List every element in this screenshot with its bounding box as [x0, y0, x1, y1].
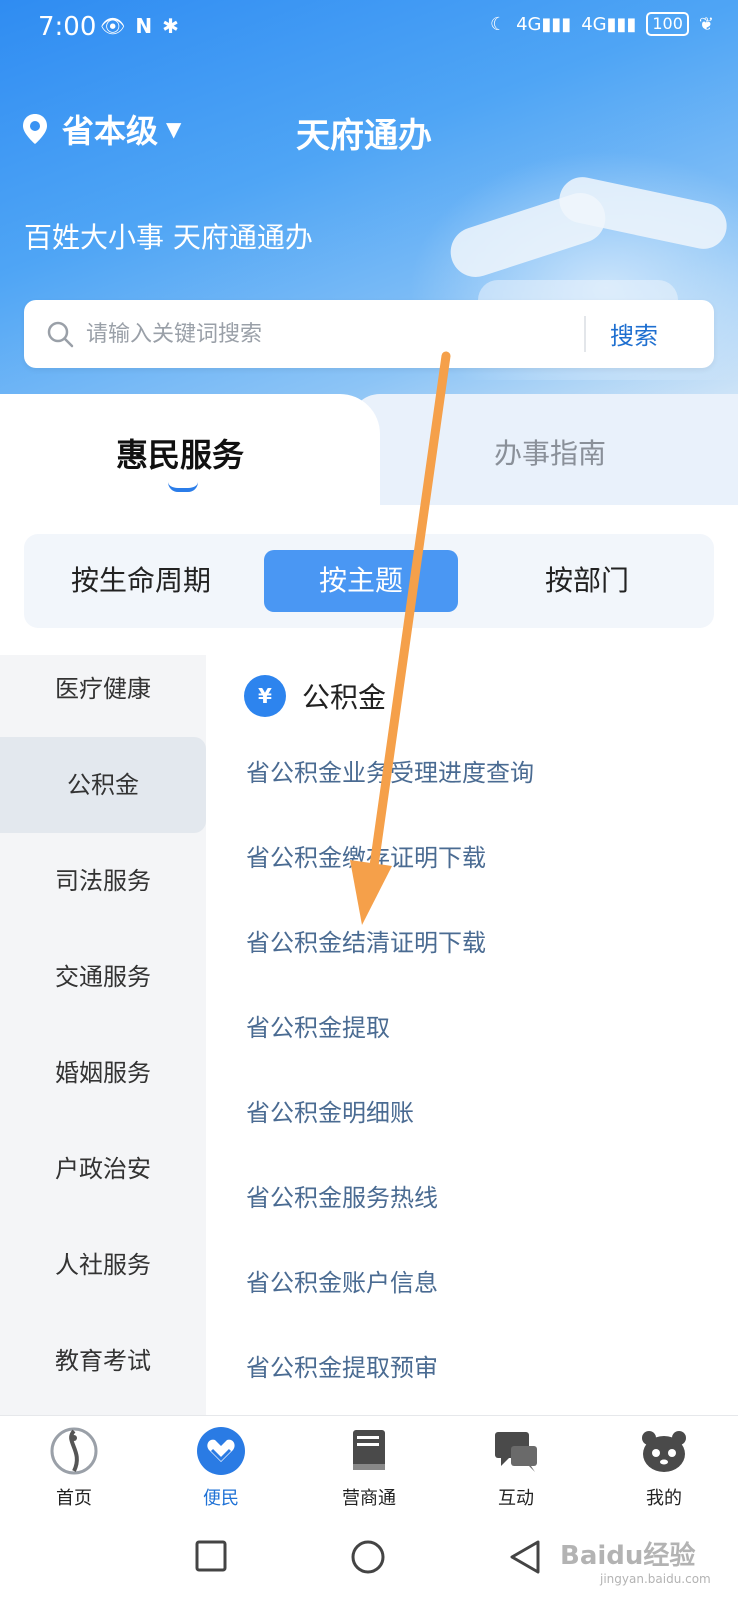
nav-home[interactable]: 首页 — [19, 1426, 129, 1510]
search-divider — [584, 316, 586, 352]
location-label: 省本级 — [62, 112, 159, 150]
back-triangle-icon[interactable] — [508, 1539, 542, 1575]
search-input[interactable] — [86, 316, 576, 352]
category-education[interactable]: 教育考试 — [0, 1313, 206, 1409]
category-marriage[interactable]: 婚姻服务 — [0, 1025, 206, 1121]
search-bar: 搜索 — [24, 300, 714, 368]
status-bar: 7:00 👁 N ✱ ☾ 4G▮▮▮ 4G▮▮▮ 100 ❦ — [0, 0, 738, 52]
moon-icon: ☾ — [489, 13, 507, 35]
search-button[interactable]: 搜索 — [610, 316, 658, 351]
service-item[interactable]: 省公积金服务热线 — [246, 1178, 438, 1213]
panda-icon — [642, 1431, 686, 1472]
nav-convenience-label: 便民 — [203, 1488, 239, 1509]
tab-guide[interactable]: 办事指南 — [350, 394, 738, 509]
service-item[interactable]: 省公积金明细账 — [246, 1093, 414, 1128]
category-judicial[interactable]: 司法服务 — [0, 833, 206, 929]
nav-business-label: 营商通 — [342, 1488, 396, 1509]
category-social-security[interactable]: 人社服务 — [0, 1217, 206, 1313]
segment-lifecycle[interactable]: 按生命周期 — [46, 550, 236, 612]
service-item[interactable]: 省公积金提取 — [246, 1008, 390, 1043]
nav-profile[interactable]: 我的 — [609, 1426, 719, 1510]
nfc-icon: N — [135, 14, 153, 38]
bluetooth-icon: ✱ — [162, 14, 179, 38]
nav-home-label: 首页 — [56, 1488, 92, 1509]
watermark: Baidu经验 — [560, 1541, 696, 1571]
service-item[interactable]: 省公积金提取预审 — [246, 1348, 438, 1383]
recent-apps-icon[interactable] — [194, 1539, 228, 1573]
watermark-url: jingyan.baidu.com — [600, 1572, 711, 1586]
eye-icon: 👁 — [100, 14, 126, 38]
bottom-navigation: 首页 便民 营商通 互动 我的 — [0, 1415, 738, 1515]
service-item[interactable]: 省公积金结清证明下载 — [246, 923, 486, 958]
battery-indicator: 100 — [646, 12, 689, 36]
tab-active-indicator — [168, 482, 198, 492]
service-item[interactable]: 省公积金业务受理进度查询 — [246, 753, 534, 788]
home-logo-icon — [50, 1427, 98, 1475]
nav-profile-label: 我的 — [646, 1488, 682, 1509]
book-icon — [353, 1430, 385, 1470]
chat-icon — [495, 1432, 537, 1472]
slogan: 百姓大小事 天府通通办 — [24, 221, 313, 254]
segment-topic[interactable]: 按主题 — [264, 550, 458, 612]
nav-business[interactable]: 营商通 — [314, 1426, 424, 1510]
category-traffic[interactable]: 交通服务 — [0, 929, 206, 1025]
signal-4g-icon: 4G▮▮▮ — [581, 13, 637, 35]
nav-interaction-label: 互动 — [498, 1488, 534, 1509]
category-sidebar: 医疗健康 公积金 司法服务 交通服务 婚姻服务 户政治安 人社服务 教育考试 — [0, 655, 206, 1415]
service-list: ¥ 公积金 省公积金业务受理进度查询 省公积金缴存证明下载 省公积金结清证明下载… — [206, 655, 738, 1415]
yuan-house-icon: ¥ — [244, 675, 286, 717]
chevron-down-icon: ▼ — [166, 117, 182, 141]
search-icon — [47, 321, 74, 348]
status-time: 7:00 — [38, 12, 97, 42]
category-household[interactable]: 户政治安 — [0, 1121, 206, 1217]
section-header: ¥ 公积金 — [244, 675, 386, 717]
nav-convenience[interactable]: 便民 — [166, 1426, 276, 1510]
tab-guide-label: 办事指南 — [494, 437, 607, 470]
segmented-control: 按生命周期 按主题 按部门 — [24, 534, 714, 628]
category-medical[interactable]: 医疗健康 — [0, 641, 206, 737]
main-tabs: 办事指南 惠民服务 — [0, 394, 738, 524]
segment-department[interactable]: 按部门 — [492, 550, 682, 612]
location-selector[interactable]: 省本级 ▼ — [22, 106, 181, 152]
nav-interaction[interactable]: 互动 — [461, 1426, 571, 1510]
service-item[interactable]: 省公积金账户信息 — [246, 1263, 438, 1298]
heart-service-icon — [197, 1427, 245, 1475]
service-item[interactable]: 省公积金缴存证明下载 — [246, 838, 486, 873]
signal-4g-icon: 4G▮▮▮ — [516, 13, 572, 35]
app-title: 天府通办 — [296, 116, 432, 156]
tab-services-label: 惠民服务 — [116, 436, 245, 474]
leaf-icon: ❦ — [698, 13, 714, 35]
home-circle-icon[interactable] — [350, 1539, 386, 1575]
section-title: 公积金 — [302, 681, 387, 714]
location-pin-icon — [23, 114, 47, 144]
category-housing-fund[interactable]: 公积金 — [0, 737, 206, 833]
header-banner: 7:00 👁 N ✱ ☾ 4G▮▮▮ 4G▮▮▮ 100 ❦ 省本级 ▼ 天府通… — [0, 0, 738, 420]
